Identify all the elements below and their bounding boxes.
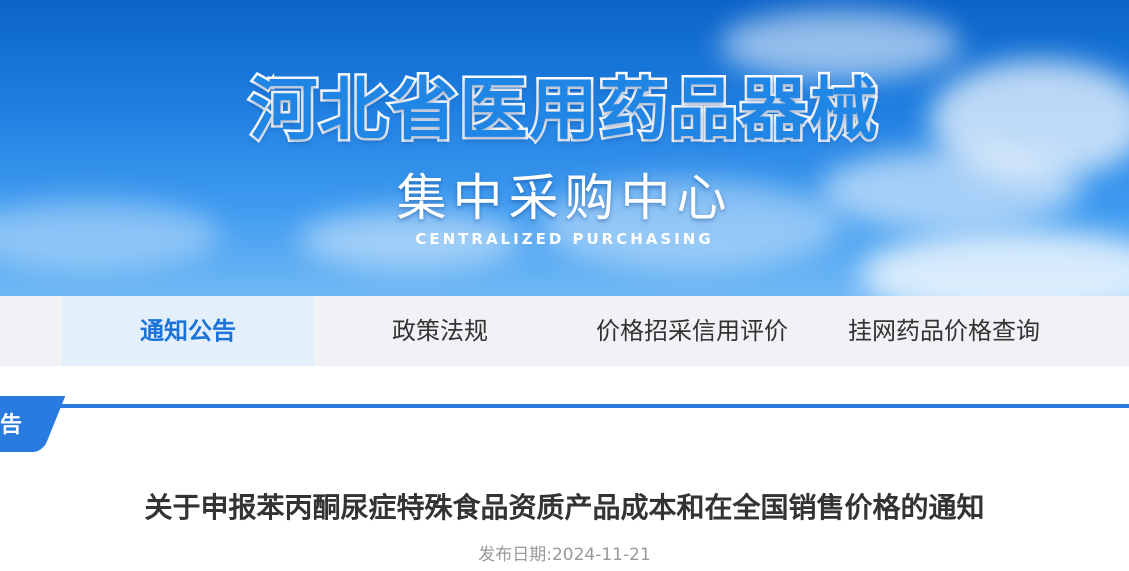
nav-item-price-credit-evaluation[interactable]: 价格招采信用评价 <box>566 296 818 366</box>
article-title: 关于申报苯丙酮尿症特殊食品资质产品成本和在全国销售价格的通知 <box>144 491 985 524</box>
site-subtitle-english: CENTRALIZED PURCHASING <box>415 230 714 248</box>
section-label: 告 <box>0 413 23 438</box>
nav-item-policies[interactable]: 政策法规 <box>314 296 566 366</box>
header-banner: 河北省医用药品器械 集中采购中心 CENTRALIZED PURCHASING <box>0 0 1129 296</box>
section-divider <box>0 404 1129 408</box>
nav-item-drug-price-query[interactable]: 挂网药品价格查询 <box>818 296 1070 366</box>
main-nav: 通知公告 政策法规 价格招采信用评价 挂网药品价格查询 <box>0 296 1129 366</box>
site-title: 河北省医用药品器械 <box>247 69 880 153</box>
nav-item-notices[interactable]: 通知公告 <box>62 296 314 366</box>
publish-date: 发布日期:2024-11-21 <box>478 545 651 565</box>
site-subtitle: 集中采购中心 <box>396 169 733 227</box>
